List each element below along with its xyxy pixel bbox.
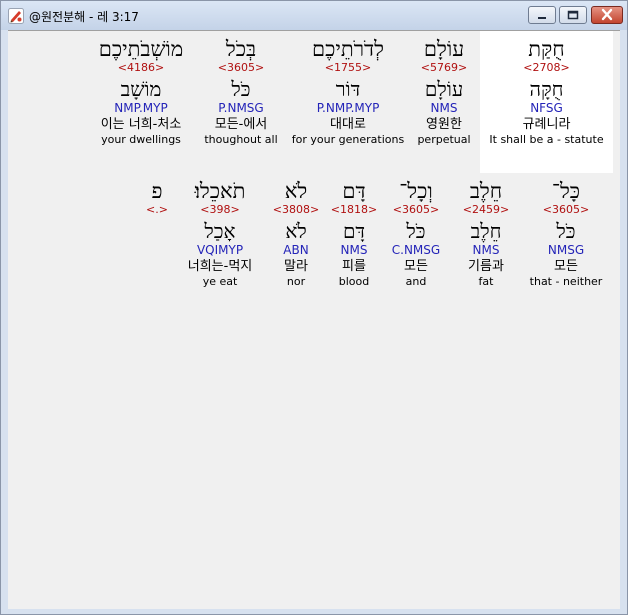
korean-gloss: 피를 [342,259,366,274]
morph-code: C.NMSG [391,243,441,257]
word-cell[interactable]: עוֹלָם <5769> עוֹלָם NMS 영원한 perpetual [411,37,477,147]
word-cell[interactable]: דָּם <1818> דָּם NMS 피를 blood [328,179,380,289]
word-cell[interactable]: וְכָל־ <3605> כֹּל C.NMSG 모든 and [383,179,449,289]
lemma-word: כֹּל [231,77,251,101]
strong-number: <3605> [542,203,590,216]
strong-number: <4186> [117,61,165,74]
lemma-word: דּוֹר [335,77,361,101]
hebrew-word: לְדֹרֹתֵיכֶם [312,37,384,61]
minimize-button[interactable] [528,6,556,24]
english-gloss: fat [478,275,494,288]
strong-number: <1755> [324,61,372,74]
app-window: @원전분해 - 레 3:17 חֻקַּת <2708> חֻקָּה NFSG [0,0,628,615]
english-gloss: perpetual [417,133,471,146]
english-gloss: that - neither [529,275,603,288]
word-cell[interactable]: לֹא <3808> לֹא ABN 말라 nor [270,179,322,289]
strong-number: <.> [146,203,168,216]
korean-gloss: 모든 [404,259,428,274]
word-cell[interactable]: תֹאכֵלוּ׃ <398> אָכַל VQIMYP 너희는-먹지 ye e… [178,179,262,289]
lemma-word: עוֹלָם [424,77,464,101]
english-gloss: for your generations [291,133,405,146]
lemma-word: חֻקָּה [529,77,564,101]
word-cell[interactable]: פ <.> [141,179,173,217]
morph-code: P.NMSG [218,101,264,115]
korean-gloss: 모든-에서 [214,117,268,132]
english-gloss: and [405,275,427,288]
korean-gloss: 기름과 [468,259,504,274]
lemma-word: חֵלֶב [470,219,502,243]
close-button[interactable] [591,6,623,24]
lemma-word: כֹּל [406,219,426,243]
word-cell[interactable]: בְּכֹל <3605> כֹּל P.NMSG 모든-에서 thoughou… [198,37,284,147]
english-gloss: thoughout all [204,133,278,146]
morph-code: NFSG [530,101,563,115]
lemma-word: לֹא [285,219,307,243]
english-gloss: blood [338,275,370,288]
word-cell[interactable]: כָּל־ <3605> כֹּל NMSG 모든 that - neither [528,179,604,289]
korean-gloss: 대대로 [330,117,366,132]
strong-number: <3605> [392,203,440,216]
english-gloss: your dwellings [101,133,181,146]
korean-gloss: 모든 [554,259,578,274]
english-gloss: It shall be a - statute [489,133,604,146]
korean-gloss: 이는 너희-처소 [100,117,182,132]
english-gloss: ye eat [202,275,238,288]
korean-gloss: 영원한 [426,117,462,132]
strong-number: <3605> [217,61,265,74]
english-gloss: nor [286,275,306,288]
hebrew-word: וְכָל־ [399,179,433,203]
close-icon [601,8,613,21]
word-cell[interactable]: לְדֹרֹתֵיכֶם <1755> דּוֹר P.NMP.MYP 대대로 … [286,37,410,147]
morph-code: P.NMP.MYP [316,101,380,115]
hebrew-word: בְּכֹל [225,37,257,61]
maximize-icon [567,10,579,20]
word-cell[interactable]: חֻקַּת <2708> חֻקָּה NFSG 규례니라 It shall … [480,37,613,147]
word-cell[interactable]: חֵלֶב <2459> חֵלֶב NMS 기름과 fat [456,179,516,289]
hebrew-word: מוֹשְׁבֹתֵיכֶם [98,37,184,61]
korean-gloss: 너희는-먹지 [187,259,253,274]
title-bar[interactable]: @원전분해 - 레 3:17 [1,1,627,30]
korean-gloss: 규례니라 [522,117,571,132]
hebrew-word: עוֹלָם [423,37,465,61]
strong-number: <2459> [462,203,510,216]
word-cell[interactable]: מוֹשְׁבֹתֵיכֶם <4186> מוֹשָׁב NMP.MYP 이는… [86,37,196,147]
strong-number: <3808> [272,203,320,216]
strong-number: <398> [200,203,240,216]
hebrew-word: כָּל־ [551,179,581,203]
interlinear-pane[interactable]: חֻקַּת <2708> חֻקָּה NFSG 규례니라 It shall … [8,30,620,609]
lemma-word: דָּם [342,219,366,243]
minimize-icon [538,17,546,19]
lemma-word: כֹּל [556,219,576,243]
app-logo-icon [8,8,24,24]
morph-code: VQIMYP [196,243,244,257]
hebrew-word: תֹאכֵלוּ׃ [194,179,246,203]
hebrew-word: חֻקַּת [528,37,565,61]
hebrew-word: לֹא [284,179,308,203]
morph-code: NMS [472,243,500,257]
korean-gloss: 말라 [284,259,308,274]
morph-code: NMP.MYP [114,101,168,115]
lemma-word: אָכַל [204,219,236,243]
hebrew-word: חֵלֶב [469,179,503,203]
hebrew-word: פ [151,179,163,203]
morph-code: NMS [340,243,368,257]
strong-number: <5769> [420,61,468,74]
strong-number: <1818> [330,203,378,216]
lemma-word: מוֹשָׁב [120,77,162,101]
strong-number: <2708> [523,61,570,74]
morph-code: NMS [430,101,458,115]
morph-code: NMSG [547,243,585,257]
window-title: @원전분해 - 레 3:17 [29,10,139,24]
hebrew-word: דָּם [342,179,366,203]
maximize-button[interactable] [559,6,587,24]
morph-code: ABN [283,243,309,257]
